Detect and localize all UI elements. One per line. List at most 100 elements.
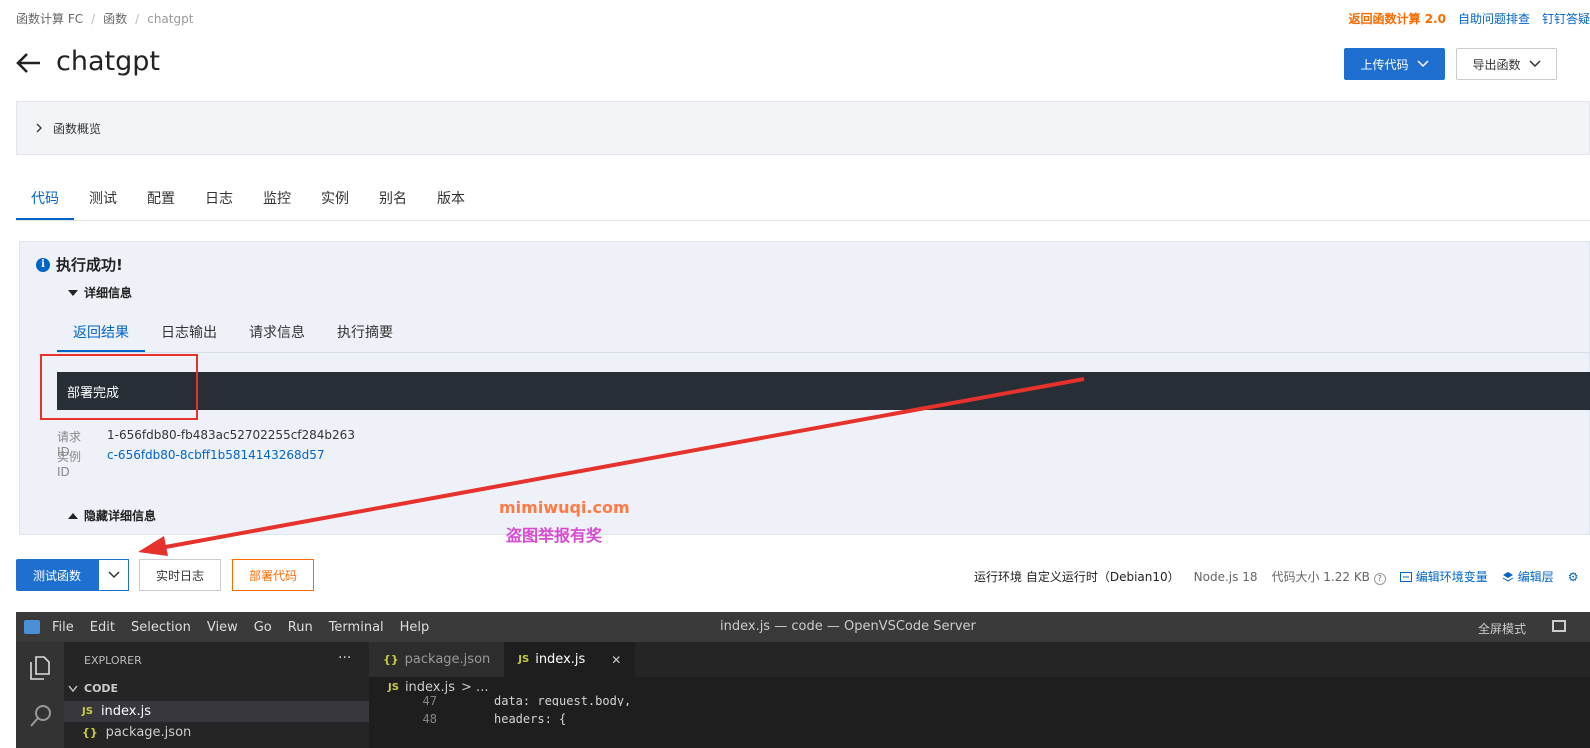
subtab-return-result[interactable]: 返回结果 xyxy=(57,312,145,352)
vscode-explorer: EXPLORER ··· CODE JS index.js {} package… xyxy=(64,642,369,748)
help-icon[interactable]: ? xyxy=(1373,573,1386,585)
close-tab-icon[interactable]: ✕ xyxy=(611,653,621,667)
annotation-arrow-icon xyxy=(138,377,1085,556)
subtab-request-info[interactable]: 请求信息 xyxy=(233,312,321,350)
editor-tab-index-js[interactable]: JS index.js ✕ xyxy=(504,642,636,677)
instance-id-label: 实例 ID xyxy=(57,450,82,479)
dingtalk-link[interactable]: 钉钉答疑 xyxy=(1542,10,1590,27)
breadcrumb-item-functions[interactable]: 函数 xyxy=(103,10,127,27)
node-version: Node.js 18 xyxy=(1193,569,1258,584)
settings-gear-icon[interactable]: ⚙ xyxy=(1568,570,1579,584)
function-overview-collapse[interactable]: 函数概览 xyxy=(16,101,1590,155)
tab-monitor[interactable]: 监控 xyxy=(248,176,306,218)
js-file-icon: JS xyxy=(388,682,399,693)
editor-breadcrumb-rest[interactable]: > ... xyxy=(461,680,488,695)
realtime-log-button[interactable]: 实时日志 xyxy=(139,559,221,591)
test-function-button[interactable]: 测试函数 xyxy=(16,559,98,591)
explorer-more-icon[interactable]: ··· xyxy=(338,650,351,666)
editor-breadcrumb-file[interactable]: index.js xyxy=(405,680,455,695)
subtab-log-output[interactable]: 日志输出 xyxy=(145,312,233,350)
fullscreen-toggle[interactable]: 全屏模式 xyxy=(1478,620,1526,637)
vscode-window-title: index.js — code — OpenVSCode Server xyxy=(720,619,976,634)
back-arrow-icon[interactable] xyxy=(14,48,42,84)
code-line[interactable]: 47 data: request.body, xyxy=(369,694,632,706)
result-subtabs: 返回结果 日志输出 请求信息 执行摘要 xyxy=(57,312,1590,353)
json-file-icon: {} xyxy=(383,653,399,666)
caret-down-icon xyxy=(68,289,78,296)
search-icon[interactable] xyxy=(29,704,53,728)
export-function-button[interactable]: 导出函数 xyxy=(1456,48,1557,80)
edit-layer-label: 编辑层 xyxy=(1517,570,1554,584)
code-text: data: request.body, xyxy=(494,694,632,706)
explorer-files-icon[interactable] xyxy=(29,656,51,680)
js-file-icon: JS xyxy=(82,706,93,717)
tab-alias[interactable]: 别名 xyxy=(364,176,422,218)
breadcrumb-item-fc[interactable]: 函数计算 FC xyxy=(16,10,83,27)
chevron-down-icon xyxy=(1416,60,1429,68)
file-index-js[interactable]: JS index.js xyxy=(64,701,369,722)
editor-tab-package-json[interactable]: {} package.json xyxy=(369,642,505,677)
file-name: package.json xyxy=(105,725,192,740)
upload-code-label: 上传代码 xyxy=(1360,57,1409,72)
runtime-info-bar: 运行环境 自定义运行时（Debian10） Node.js 18 代码大小 1.… xyxy=(974,568,1579,585)
deploy-code-button[interactable]: 部署代码 xyxy=(232,559,314,591)
subtab-execution-summary[interactable]: 执行摘要 xyxy=(321,312,409,350)
tab-config[interactable]: 配置 xyxy=(132,176,190,218)
menu-run[interactable]: Run xyxy=(288,620,313,635)
tab-instances[interactable]: 实例 xyxy=(306,176,364,218)
menu-terminal[interactable]: Terminal xyxy=(329,620,384,635)
main-tabs: 代码 测试 配置 日志 监控 实例 别名 版本 xyxy=(16,176,1590,221)
code-line[interactable]: 48 headers: { xyxy=(369,712,567,726)
menu-view[interactable]: View xyxy=(207,620,238,635)
test-function-dropdown[interactable] xyxy=(98,559,129,591)
realtime-log-label: 实时日志 xyxy=(155,568,204,583)
function-overview-label: 函数概览 xyxy=(53,121,102,136)
edit-env-vars-label: 编辑环境变量 xyxy=(1415,570,1488,584)
breadcrumb-separator: / xyxy=(135,11,140,26)
tab-logs[interactable]: 日志 xyxy=(190,176,248,218)
layers-icon xyxy=(1502,571,1514,582)
details-toggle[interactable]: 详细信息 xyxy=(68,284,132,301)
upload-code-button[interactable]: 上传代码 xyxy=(1344,48,1445,80)
chevron-down-icon xyxy=(68,685,78,692)
menu-help[interactable]: Help xyxy=(400,620,430,635)
top-links: 返回函数计算 2.0 自助问题排查 钉钉答疑 xyxy=(1349,10,1590,27)
tab-code[interactable]: 代码 xyxy=(16,176,74,220)
code-size: 代码大小 1.22 KB ? xyxy=(1271,568,1386,585)
edit-env-vars-link[interactable]: 编辑环境变量 xyxy=(1399,568,1488,585)
menu-edit[interactable]: Edit xyxy=(90,620,115,635)
edit-layer-link[interactable]: 编辑层 xyxy=(1502,568,1554,585)
menu-go[interactable]: Go xyxy=(254,620,272,635)
tab-versions[interactable]: 版本 xyxy=(422,176,480,218)
chevron-down-icon xyxy=(107,571,120,579)
page-title: chatgpt xyxy=(56,46,160,77)
caret-up-icon xyxy=(68,512,78,519)
editor-breadcrumb: JS index.js > ... xyxy=(388,680,488,695)
self-check-link[interactable]: 自助问题排查 xyxy=(1458,10,1530,27)
vscode-logo-icon xyxy=(24,620,40,634)
line-number: 48 xyxy=(422,712,437,726)
execution-status: i 执行成功! xyxy=(36,254,123,275)
runtime-value: 自定义运行时（Debian10） xyxy=(1025,570,1180,584)
back-to-v2-link[interactable]: 返回函数计算 2.0 xyxy=(1349,10,1446,27)
vscode-editor-tabs: {} package.json JS index.js ✕ xyxy=(369,642,1590,677)
execution-status-text: 执行成功! xyxy=(56,256,123,274)
breadcrumb: 函数计算 FC / 函数 / chatgpt xyxy=(16,10,193,27)
details-toggle-label: 详细信息 xyxy=(84,286,133,300)
tab-test[interactable]: 测试 xyxy=(74,176,132,218)
menu-selection[interactable]: Selection xyxy=(131,620,191,635)
folder-code[interactable]: CODE xyxy=(68,682,118,695)
breadcrumb-separator: / xyxy=(91,11,96,26)
env-vars-icon xyxy=(1399,571,1412,582)
editor-tab-label: package.json xyxy=(404,652,491,667)
info-icon: i xyxy=(36,257,50,272)
toggle-panel-icon[interactable] xyxy=(1552,620,1566,632)
file-package-json[interactable]: {} package.json xyxy=(82,725,191,740)
runtime-label: 运行环境 xyxy=(974,570,1023,584)
chevron-right-icon xyxy=(36,123,42,133)
code-text: headers: { xyxy=(494,712,567,726)
vscode-activity-bar xyxy=(16,642,64,748)
vscode-menubar: File Edit Selection View Go Run Terminal… xyxy=(16,612,1590,642)
js-file-icon: JS xyxy=(518,654,530,665)
menu-file[interactable]: File xyxy=(52,620,74,635)
